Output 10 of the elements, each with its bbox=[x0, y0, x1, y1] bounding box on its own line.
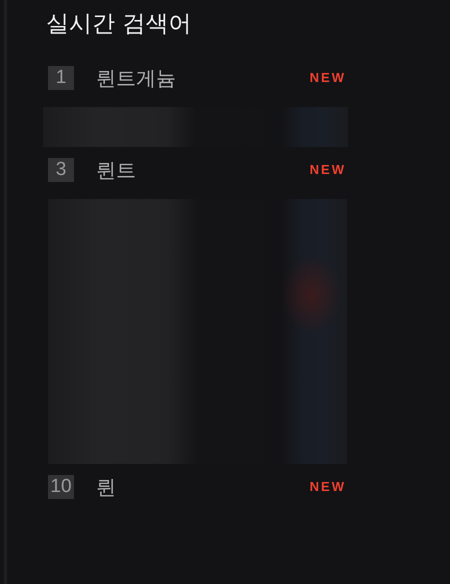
search-keyword[interactable]: 륀트게늄 bbox=[96, 66, 176, 90]
panel-title: 실시간 검색어 bbox=[46, 10, 192, 39]
rank-number: 1 bbox=[48, 66, 74, 90]
rank-number: 3 bbox=[48, 158, 74, 182]
rank-number: 10 bbox=[48, 475, 74, 499]
new-label: NEW bbox=[310, 480, 346, 494]
new-label: NEW bbox=[310, 163, 346, 177]
search-keyword[interactable]: 륀트 bbox=[96, 158, 136, 182]
search-keyword[interactable]: 륀 bbox=[96, 475, 116, 499]
new-label: NEW bbox=[310, 71, 346, 85]
